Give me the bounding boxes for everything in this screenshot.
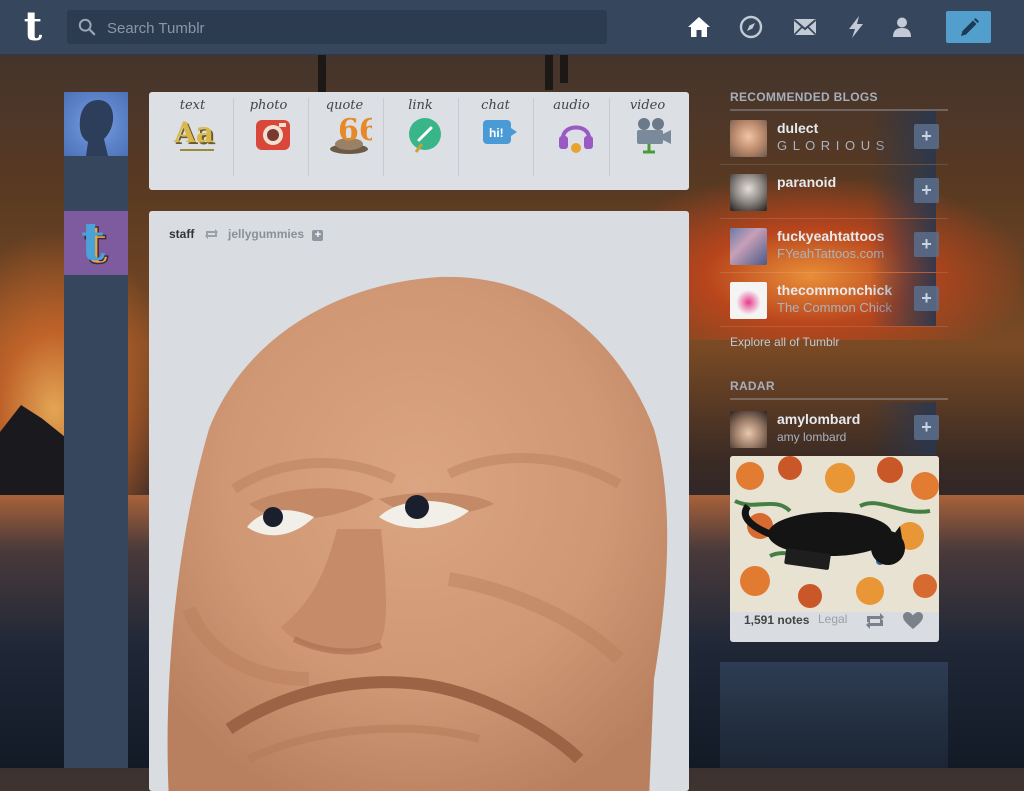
reblog-icon[interactable] [864,612,886,630]
radar-heading: RADAR [730,379,948,400]
reblog-icon [204,229,218,239]
post-header: staff jellygummies + [169,227,324,241]
activity-icon[interactable] [843,14,869,40]
explore-link[interactable]: Explore all of Tumblr [730,335,839,349]
background-spire [318,55,326,95]
svg-text:hi!: hi! [489,126,504,140]
post-type-selector: text Aa Aa photo quote 66 link chat hi! … [149,92,689,190]
inbox-icon[interactable] [792,14,818,40]
post-type-photo[interactable]: photo [231,92,306,172]
text-icon: Aa Aa [174,116,216,151]
explore-icon[interactable] [738,14,764,40]
post-author[interactable]: staff [169,227,194,241]
like-heart-icon[interactable] [902,611,924,631]
background-spire [560,55,568,83]
radar-post-card[interactable]: 1,591 notes Legal [730,456,939,642]
blog-name[interactable]: fuckyeahtattoos [777,228,884,244]
blog-name[interactable]: dulect [777,120,818,136]
recommended-blog-item[interactable]: dulect G L O R I O U S + [720,111,948,165]
legal-link[interactable]: Legal [818,612,847,626]
reblogged-from[interactable]: jellygummies [228,227,304,241]
chat-icon: hi! [483,120,517,144]
post-type-label: text [179,98,206,113]
blog-avatar[interactable] [730,411,767,448]
home-icon[interactable] [686,14,712,40]
audio-icon [559,125,593,153]
radar-blog-item[interactable]: amylombard amy lombard + [720,402,948,455]
post-type-label: audio [553,98,590,113]
default-avatar-silhouette [79,100,114,156]
svg-text:66: 66 [338,114,372,148]
post-type-label: video [629,98,666,113]
user-avatar[interactable] [64,92,128,156]
blog-title: FYeahTattoos.com [777,246,885,261]
radar-photo[interactable] [730,456,939,612]
blog-title: amy lombard [777,430,847,444]
post-type-audio[interactable]: audio [534,92,609,172]
quote-icon: 66 [330,114,372,154]
svg-text:Aa: Aa [174,116,214,149]
blog-avatar[interactable] [730,120,767,157]
search-icon [78,18,96,36]
follow-button[interactable]: + [312,230,324,241]
follow-blog-button[interactable]: + [914,232,939,257]
follow-blog-button[interactable]: + [914,124,939,149]
sidebar-footer-area [720,662,948,768]
post-type-label: photo [249,98,288,113]
post-photo[interactable] [149,259,689,791]
background-spire [545,55,553,90]
follow-blog-button[interactable]: + [914,178,939,203]
compose-button[interactable] [946,11,991,43]
staff-avatar[interactable]: t t [64,211,128,277]
top-navigation-bar: t [0,0,1024,55]
blog-name[interactable]: paranoid [777,174,836,190]
tumblr-logo[interactable]: t [14,7,52,47]
follow-blog-button[interactable]: + [914,415,939,440]
photo-icon [256,120,290,150]
follow-blog-button[interactable]: + [914,286,939,311]
recommended-blogs-heading: RECOMMENDED BLOGS [730,90,948,111]
video-icon [637,118,671,154]
recommended-blog-item[interactable]: fuckyeahtattoos FYeahTattoos.com + [720,219,948,273]
post-type-video[interactable]: video [610,92,685,172]
link-icon [409,118,441,153]
notes-count[interactable]: 1,591 notes [744,613,809,627]
recommended-blog-item[interactable]: paranoid + [720,165,948,219]
post-type-link[interactable]: link [383,92,458,172]
blog-avatar[interactable] [730,228,767,265]
post-type-label: quote [325,98,364,113]
recommended-blog-item[interactable]: thecommonchick The Common Chick + [720,273,948,327]
post-type-text[interactable]: text Aa Aa [155,92,230,172]
post-type-label: link [408,98,433,113]
svg-text:t: t [81,212,105,273]
search-input[interactable] [105,10,599,46]
blog-avatar[interactable] [730,282,767,319]
blog-name[interactable]: amylombard [777,411,860,427]
post-type-quote[interactable]: quote 66 [307,92,382,172]
post-type-label: chat [481,98,510,113]
post-type-chat[interactable]: chat hi! [458,92,533,172]
account-icon[interactable] [889,14,915,40]
pencil-icon [961,18,979,36]
staff-logo: t t [81,212,109,277]
blog-avatar[interactable] [730,174,767,211]
search-box[interactable] [67,10,607,46]
dashboard-post: staff jellygummies + [149,211,689,791]
